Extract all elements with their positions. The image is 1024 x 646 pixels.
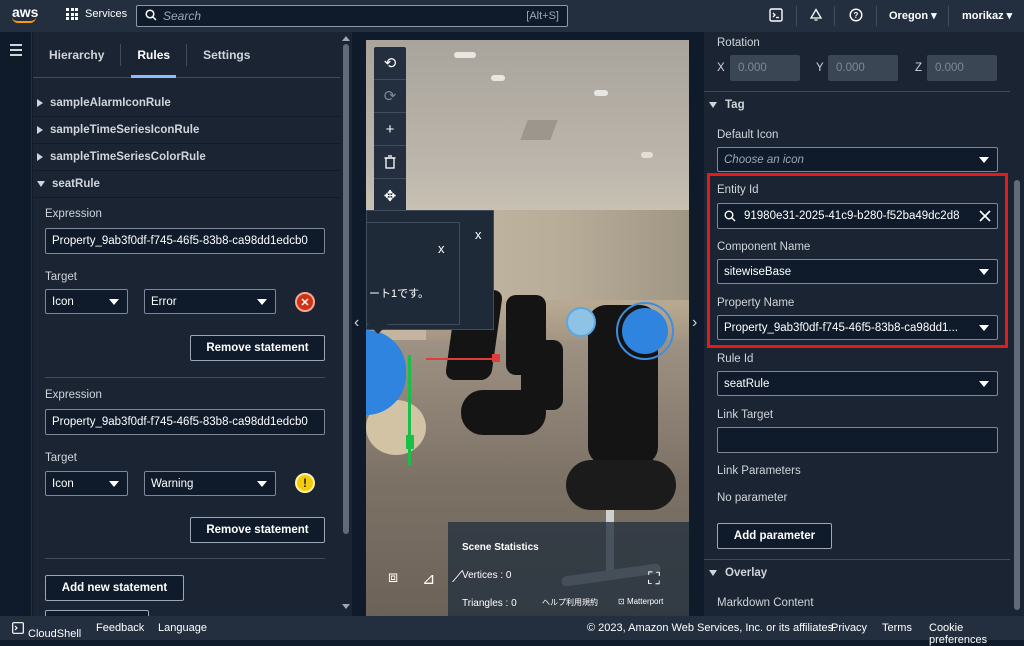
rule-item[interactable]: sampleTimeSeriesColorRule: [33, 144, 340, 171]
rule-item[interactable]: sampleAlarmIconRule: [33, 90, 340, 117]
bell-icon[interactable]: [808, 8, 824, 24]
aws-logo[interactable]: aws: [12, 5, 42, 27]
feedback-link[interactable]: Feedback: [96, 622, 144, 634]
chevron-down-icon: [257, 481, 267, 487]
floorplan-icon[interactable]: ⊿: [422, 569, 435, 589]
region-selector[interactable]: Oregon ▾: [889, 9, 937, 22]
hamburger-menu-icon[interactable]: [10, 44, 22, 59]
collapse-icon: [37, 181, 45, 187]
collapse-right-icon[interactable]: ›: [692, 314, 697, 332]
language-link[interactable]: Language: [158, 622, 207, 634]
left-nav-rail: [0, 32, 32, 616]
collapse-icon: [709, 101, 717, 108]
rule-item[interactable]: sampleTimeSeriesIconRule: [33, 117, 340, 144]
rule-item-selected[interactable]: seatRule: [33, 171, 340, 198]
move-icon[interactable]: ✥: [374, 179, 406, 212]
target-label: Target: [45, 452, 77, 464]
terminal-icon: [12, 622, 24, 634]
no-parameter-text: No parameter: [717, 492, 788, 504]
rotation-y-input[interactable]: 0.000: [828, 55, 898, 81]
terms-link[interactable]: 利用規約: [566, 597, 598, 608]
help-icon[interactable]: ?: [848, 8, 864, 24]
undo-icon[interactable]: ⟲: [374, 47, 406, 80]
add-parameter-button[interactable]: Add parameter: [717, 523, 832, 549]
remove-statement-button[interactable]: Remove statement: [190, 517, 325, 543]
camera-icon[interactable]: ⧈: [388, 569, 398, 587]
expand-icon: [37, 126, 43, 134]
rotation-label: Rotation: [717, 37, 760, 49]
highlight-box: [707, 173, 1008, 348]
fullscreen-icon[interactable]: ⛶: [648, 569, 660, 589]
terms-link[interactable]: Terms: [882, 622, 912, 634]
trash-icon[interactable]: [374, 146, 406, 179]
add-new-statement-button[interactable]: Add new statement: [45, 575, 184, 601]
popup-text: ート1です。: [369, 288, 430, 300]
top-navigation-bar: aws Services [Alt+S] ? Oregon ▾ morikaz …: [0, 0, 1024, 32]
tab-settings[interactable]: Settings: [187, 32, 266, 77]
tab-rules[interactable]: Rules: [121, 32, 186, 78]
svg-text:?: ?: [854, 11, 859, 20]
left-panel-scrollbar[interactable]: [340, 32, 352, 616]
expression-label: Expression: [45, 208, 102, 220]
target-label: Target: [45, 271, 77, 283]
tag-section-header[interactable]: Tag: [704, 91, 1010, 117]
redo-icon[interactable]: ⟳: [374, 80, 406, 113]
expression-label: Expression: [45, 389, 102, 401]
right-panel-scrollbar[interactable]: [1010, 32, 1024, 616]
add-icon[interactable]: +: [374, 113, 406, 146]
help-link[interactable]: ヘルプ: [542, 597, 566, 608]
default-icon-select[interactable]: Choose an icon: [717, 147, 998, 172]
close-icon[interactable]: x: [438, 241, 445, 256]
rules-panel: Hierarchy Rules Settings sampleAlarmIcon…: [33, 32, 340, 616]
cloudshell-icon[interactable]: [768, 8, 784, 24]
chevron-down-icon: [979, 381, 989, 387]
expression-input[interactable]: Property_9ab3f0df-f745-46f5-83b8-ca98dd1…: [45, 228, 325, 254]
warning-icon: !: [295, 473, 315, 493]
rotation-z-input[interactable]: 0.000: [927, 55, 997, 81]
collapse-icon: [709, 569, 717, 576]
link-target-input[interactable]: [717, 427, 998, 453]
copyright-text: © 2023, Amazon Web Services, Inc. or its…: [587, 622, 837, 634]
target-value-select[interactable]: Warning: [144, 471, 276, 496]
footer-bar: CloudShell Feedback Language © 2023, Ama…: [0, 616, 1024, 646]
expression-input[interactable]: Property_9ab3f0df-f745-46f5-83b8-ca98dd1…: [45, 409, 325, 435]
cloudshell-button[interactable]: CloudShell: [12, 622, 81, 640]
chevron-down-icon: [257, 299, 267, 305]
search-icon: [145, 8, 157, 24]
matterport-link[interactable]: ⊡ Matterport: [618, 597, 663, 606]
expand-icon: [37, 153, 43, 161]
privacy-link[interactable]: Privacy: [831, 622, 867, 634]
chevron-down-icon: [109, 481, 119, 487]
services-menu[interactable]: Services: [66, 8, 127, 20]
chevron-down-icon: [109, 299, 119, 305]
grid-icon: [66, 8, 78, 20]
expand-icon: [37, 99, 43, 107]
account-menu[interactable]: morikaz ▾: [962, 9, 1012, 22]
error-icon: ✕: [295, 292, 315, 312]
collapse-left-icon[interactable]: ‹: [354, 314, 359, 332]
overlay-section-header[interactable]: Overlay: [704, 559, 1010, 585]
target-value-select[interactable]: Error: [144, 289, 276, 314]
search-box[interactable]: [Alt+S]: [136, 5, 568, 27]
scene-toolbar: ⟲ ⟳ + ✥: [374, 47, 406, 212]
rotation-x-input[interactable]: 0.000: [730, 55, 800, 81]
chevron-down-icon: [979, 157, 989, 163]
cookie-preferences-link[interactable]: Cookie preferences: [929, 622, 1024, 646]
target-type-select[interactable]: Icon: [45, 289, 128, 314]
close-icon[interactable]: x: [475, 227, 482, 242]
target-type-select[interactable]: Icon: [45, 471, 128, 496]
tab-hierarchy[interactable]: Hierarchy: [33, 32, 120, 77]
remove-statement-button[interactable]: Remove statement: [190, 335, 325, 361]
scene-viewport[interactable]: ⟲ ⟳ + ✥ x x ート1です。 ‹ › Scene Statistics …: [352, 32, 704, 616]
rule-id-select[interactable]: seatRule: [717, 371, 998, 396]
panel-tabs: Hierarchy Rules Settings: [33, 32, 340, 78]
search-input[interactable]: [157, 9, 527, 23]
tag-popup: x ート1です。: [366, 222, 460, 325]
ruler-icon[interactable]: ⟋: [452, 569, 463, 587]
